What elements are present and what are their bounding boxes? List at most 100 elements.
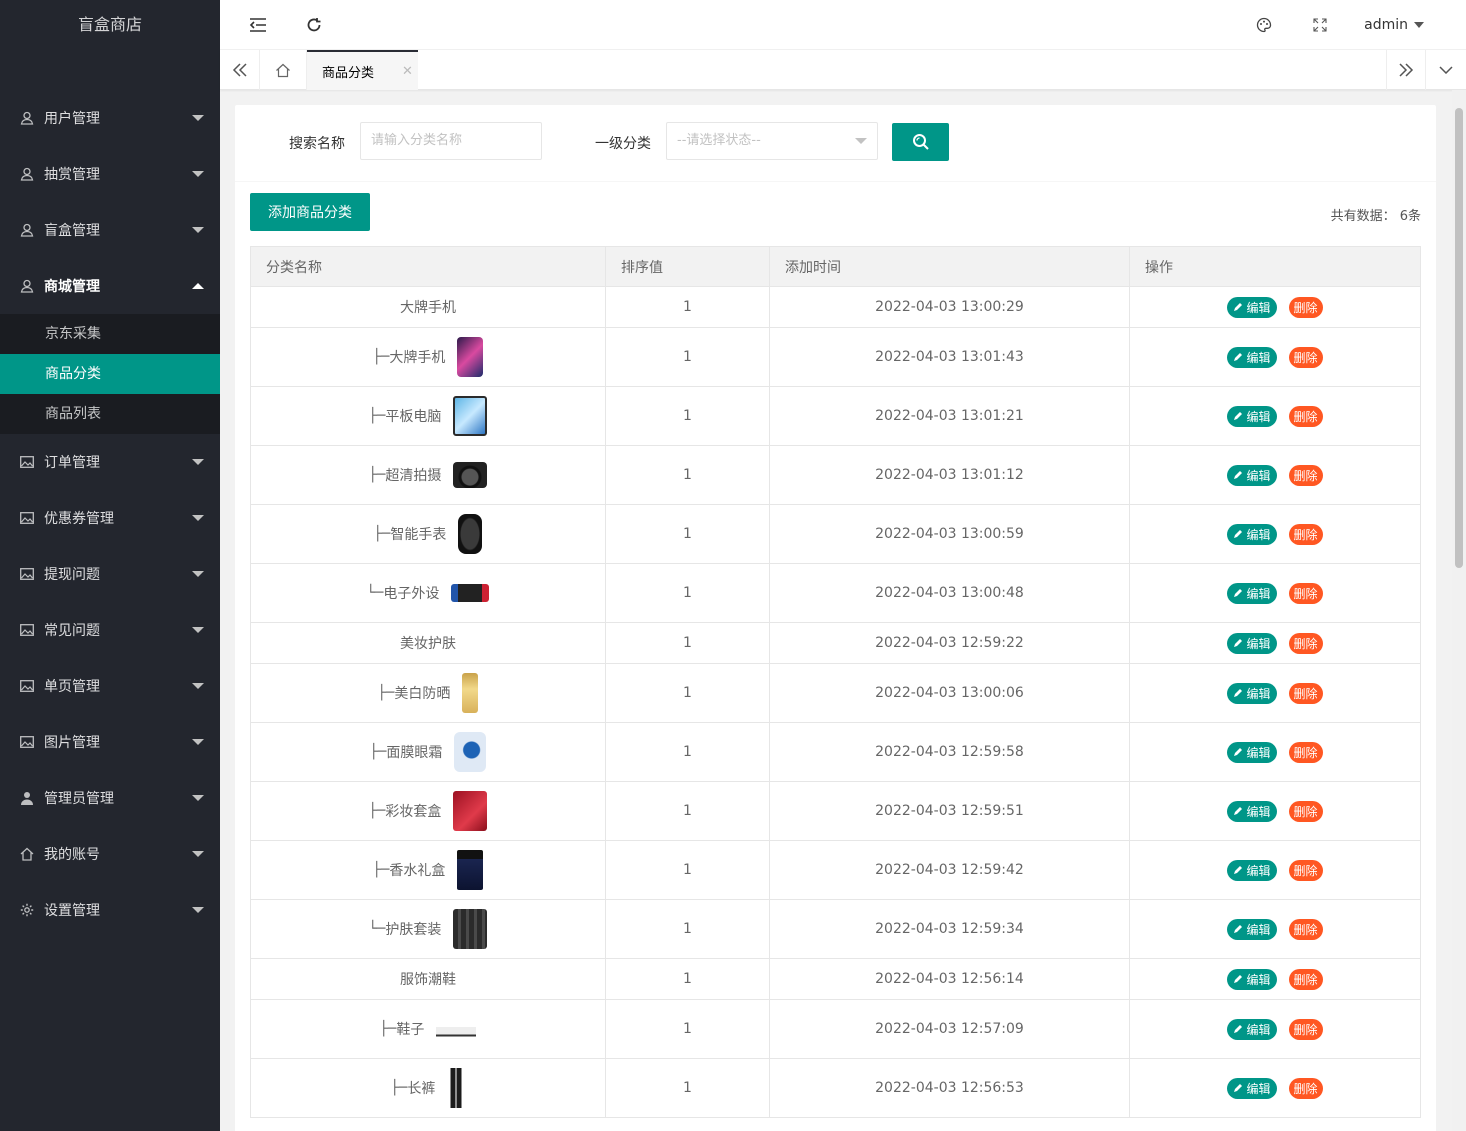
category-name: ├─ 美白防晒 — [378, 673, 479, 713]
sidebar-item-10[interactable]: 管理员管理 — [0, 770, 220, 826]
tree-prefix: ├─ — [368, 803, 386, 819]
delete-button[interactable]: 删除 — [1288, 632, 1323, 654]
edit-button[interactable]: 编辑 — [1227, 682, 1277, 704]
edit-label: 编辑 — [1246, 300, 1271, 315]
edit-button[interactable]: 编辑 — [1227, 296, 1277, 318]
tab-close-icon[interactable]: ✕ — [402, 64, 413, 79]
edit-button[interactable]: 编辑 — [1227, 859, 1277, 881]
category-name: ├─ 超清拍摄 — [369, 462, 488, 488]
table-row: ├─ 平板电脑 1 2022-04-03 13:01:21 编辑 删除 — [250, 386, 1421, 446]
delete-button[interactable]: 删除 — [1288, 800, 1323, 822]
table-row: ├─ 长裤 1 2022-04-03 12:56:53 编辑 删除 — [250, 1058, 1421, 1118]
sidebar-item-label: 商城管理 — [44, 279, 100, 295]
sidebar-item-1[interactable]: 抽赏管理 — [0, 146, 220, 202]
sidebar-item-9[interactable]: 图片管理 — [0, 714, 220, 770]
table-row: ├─ 鞋子 1 2022-04-03 12:57:09 编辑 删除 — [250, 999, 1421, 1059]
delete-button[interactable]: 删除 — [1288, 464, 1323, 486]
delete-button[interactable]: 删除 — [1288, 405, 1323, 427]
theme-palette-icon[interactable] — [1239, 0, 1289, 50]
search-button[interactable] — [892, 123, 949, 161]
edit-button[interactable]: 编辑 — [1227, 918, 1277, 940]
edit-button[interactable]: 编辑 — [1227, 582, 1277, 604]
edit-label: 编辑 — [1246, 636, 1271, 651]
tabs-scroll-right-icon[interactable] — [1386, 50, 1426, 90]
edit-button[interactable]: 编辑 — [1227, 346, 1277, 368]
tree-prefix: └─ — [366, 585, 384, 601]
delete-button[interactable]: 删除 — [1288, 1018, 1323, 1040]
scrollbar-thumb[interactable] — [1455, 108, 1463, 568]
edit-button[interactable]: 编辑 — [1227, 405, 1277, 427]
delete-button[interactable]: 删除 — [1288, 296, 1323, 318]
category-thumbnail — [454, 732, 487, 772]
add-category-button[interactable]: 添加商品分类 — [250, 193, 370, 231]
delete-button[interactable]: 删除 — [1288, 682, 1323, 704]
level-select[interactable]: --请选择状态-- — [666, 122, 878, 160]
sidebar-item-12[interactable]: 设置管理 — [0, 882, 220, 938]
tab-home-icon[interactable] — [260, 50, 307, 90]
refresh-icon[interactable] — [289, 0, 339, 50]
category-name-text: 智能手表 — [390, 527, 447, 543]
chevron-down-icon — [192, 683, 204, 689]
edit-button[interactable]: 编辑 — [1227, 1018, 1277, 1040]
table-row: ├─ 彩妆套盒 1 2022-04-03 12:59:51 编辑 删除 — [250, 781, 1421, 841]
edit-button[interactable]: 编辑 — [1227, 968, 1277, 990]
delete-button[interactable]: 删除 — [1288, 582, 1323, 604]
pencil-icon — [1234, 748, 1243, 756]
pencil-icon — [1234, 303, 1243, 311]
sidebar-item-7[interactable]: 常见问题 — [0, 602, 220, 658]
cell-time: 2022-04-03 13:01:43 — [769, 327, 1130, 387]
cell-time: 2022-04-03 13:00:29 — [769, 286, 1130, 328]
user-icon — [20, 223, 34, 237]
edit-button[interactable]: 编辑 — [1227, 632, 1277, 654]
pencil-icon — [1234, 530, 1243, 538]
cell-name: ├─ 平板电脑 — [250, 386, 606, 446]
sidebar-item-4[interactable]: 订单管理 — [0, 434, 220, 490]
tabs-scroll-left-icon[interactable] — [220, 50, 260, 90]
cell-actions: 编辑 删除 — [1129, 999, 1421, 1059]
sidebar-subitem-1[interactable]: 商品分类 — [0, 354, 220, 394]
edit-button[interactable]: 编辑 — [1227, 523, 1277, 545]
category-name: 服饰潮鞋 — [400, 969, 456, 989]
cell-name: └─ 护肤套装 — [250, 899, 606, 959]
sidebar-item-8[interactable]: 单页管理 — [0, 658, 220, 714]
sidebar-item-5[interactable]: 优惠券管理 — [0, 490, 220, 546]
sidebar-subitem-0[interactable]: 京东采集 — [0, 314, 220, 354]
delete-button[interactable]: 删除 — [1288, 523, 1323, 545]
app-logo: 盲盒商店 — [77, 15, 142, 34]
category-thumbnail — [457, 337, 484, 377]
delete-button[interactable]: 删除 — [1288, 1077, 1323, 1099]
category-thumbnail — [453, 462, 488, 488]
menu-collapse-icon[interactable] — [233, 0, 283, 50]
edit-label: 编辑 — [1246, 972, 1271, 987]
category-name: └─ 护肤套装 — [369, 909, 488, 949]
edit-label: 编辑 — [1246, 745, 1271, 760]
sidebar-item-6[interactable]: 提现问题 — [0, 546, 220, 602]
total-count: 共有数据： 6条 — [1331, 205, 1421, 224]
delete-button[interactable]: 删除 — [1288, 968, 1323, 990]
edit-button[interactable]: 编辑 — [1227, 464, 1277, 486]
fullscreen-icon[interactable] — [1295, 0, 1345, 50]
sidebar-subitem-2[interactable]: 商品列表 — [0, 394, 220, 434]
sidebar-item-0[interactable]: 用户管理 — [0, 90, 220, 146]
table-row: 大牌手机 1 2022-04-03 13:00:29 编辑 删除 — [250, 286, 1421, 328]
sidebar-item-11[interactable]: 我的账号 — [0, 826, 220, 882]
tab-product-category[interactable]: 商品分类 ✕ — [307, 50, 418, 90]
chevron-down-icon — [192, 851, 204, 857]
pencil-icon — [1234, 471, 1243, 479]
sidebar-item-3[interactable]: 商城管理 — [0, 258, 220, 314]
user-menu[interactable]: admin — [1364, 0, 1424, 50]
delete-button[interactable]: 删除 — [1288, 346, 1323, 368]
sidebar-item-2[interactable]: 盲盒管理 — [0, 202, 220, 258]
edit-button[interactable]: 编辑 — [1227, 1077, 1277, 1099]
edit-button[interactable]: 编辑 — [1227, 741, 1277, 763]
delete-button[interactable]: 删除 — [1288, 741, 1323, 763]
chevron-down-icon — [192, 571, 204, 577]
edit-button[interactable]: 编辑 — [1227, 800, 1277, 822]
search-name-input[interactable]: 请输入分类名称 — [360, 122, 542, 160]
delete-button[interactable]: 删除 — [1288, 859, 1323, 881]
delete-button[interactable]: 删除 — [1288, 918, 1323, 940]
sidebar-item-label: 用户管理 — [44, 111, 100, 127]
sidebar-item-label: 抽赏管理 — [44, 167, 100, 183]
sidebar-item-label: 常见问题 — [44, 623, 100, 639]
tabs-dropdown-icon[interactable] — [1426, 50, 1466, 90]
